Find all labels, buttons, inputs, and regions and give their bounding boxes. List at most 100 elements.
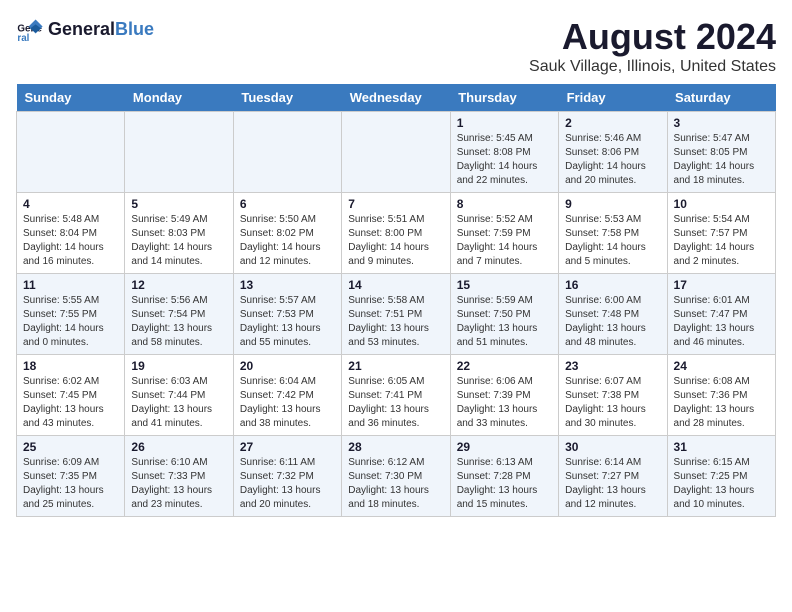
- calendar-cell: 14 Sunrise: 5:58 AM Sunset: 7:51 PM Dayli…: [342, 274, 450, 355]
- calendar-cell: 9 Sunrise: 5:53 AM Sunset: 7:58 PM Daylig…: [559, 193, 667, 274]
- day-info: Sunrise: 6:02 AM Sunset: 7:45 PM Dayligh…: [23, 375, 118, 431]
- day-info: Sunrise: 5:53 AM Sunset: 7:58 PM Dayligh…: [565, 213, 660, 269]
- weekday-header: Thursday: [450, 84, 558, 112]
- calendar-cell: [17, 112, 125, 193]
- day-number: 4: [23, 197, 118, 211]
- day-number: 18: [23, 359, 118, 373]
- day-info: Sunrise: 6:14 AM Sunset: 7:27 PM Dayligh…: [565, 456, 660, 512]
- day-number: 15: [457, 278, 552, 292]
- calendar-cell: 10 Sunrise: 5:54 AM Sunset: 7:57 PM Dayli…: [667, 193, 775, 274]
- day-info: Sunrise: 6:05 AM Sunset: 7:41 PM Dayligh…: [348, 375, 443, 431]
- day-number: 24: [674, 359, 769, 373]
- day-number: 31: [674, 440, 769, 454]
- calendar-cell: 19 Sunrise: 6:03 AM Sunset: 7:44 PM Dayli…: [125, 355, 233, 436]
- day-info: Sunrise: 5:47 AM Sunset: 8:05 PM Dayligh…: [674, 132, 769, 188]
- weekday-header: Sunday: [17, 84, 125, 112]
- day-number: 20: [240, 359, 335, 373]
- day-info: Sunrise: 5:51 AM Sunset: 8:00 PM Dayligh…: [348, 213, 443, 269]
- day-info: Sunrise: 5:49 AM Sunset: 8:03 PM Dayligh…: [131, 213, 226, 269]
- calendar-cell: 5Sunrise: 5:49 AM Sunset: 8:03 PM Daylig…: [125, 193, 233, 274]
- weekday-header: Saturday: [667, 84, 775, 112]
- calendar-cell: 22 Sunrise: 6:06 AM Sunset: 7:39 PM Dayli…: [450, 355, 558, 436]
- day-number: 14: [348, 278, 443, 292]
- day-number: 8: [457, 197, 552, 211]
- calendar-cell: 27Sunrise: 6:11 AM Sunset: 7:32 PM Dayli…: [233, 436, 341, 517]
- day-info: Sunrise: 5:59 AM Sunset: 7:50 PM Dayligh…: [457, 294, 552, 350]
- calendar-cell: 4 Sunrise: 5:48 AM Sunset: 8:04 PM Daylig…: [17, 193, 125, 274]
- calendar-cell: 17 Sunrise: 6:01 AM Sunset: 7:47 PM Dayli…: [667, 274, 775, 355]
- calendar-cell: 13 Sunrise: 5:57 AM Sunset: 7:53 PM Dayli…: [233, 274, 341, 355]
- calendar-table: SundayMondayTuesdayWednesdayThursdayFrid…: [16, 84, 776, 517]
- day-info: Sunrise: 5:45 AM Sunset: 8:08 PM Dayligh…: [457, 132, 552, 188]
- day-info: Sunrise: 6:15 AM Sunset: 7:25 PM Dayligh…: [674, 456, 769, 512]
- calendar-cell: 7Sunrise: 5:51 AM Sunset: 8:00 PM Daylig…: [342, 193, 450, 274]
- calendar-cell: [125, 112, 233, 193]
- day-info: Sunrise: 6:00 AM Sunset: 7:48 PM Dayligh…: [565, 294, 660, 350]
- day-number: 21: [348, 359, 443, 373]
- calendar-cell: 3Sunrise: 5:47 AM Sunset: 8:05 PM Daylig…: [667, 112, 775, 193]
- day-number: 30: [565, 440, 660, 454]
- page-subtitle: Sauk Village, Illinois, United States: [529, 58, 776, 76]
- day-info: Sunrise: 6:08 AM Sunset: 7:36 PM Dayligh…: [674, 375, 769, 431]
- day-info: Sunrise: 5:48 AM Sunset: 8:04 PM Dayligh…: [23, 213, 118, 269]
- day-number: 19: [131, 359, 226, 373]
- day-number: 22: [457, 359, 552, 373]
- day-info: Sunrise: 6:01 AM Sunset: 7:47 PM Dayligh…: [674, 294, 769, 350]
- weekday-header: Tuesday: [233, 84, 341, 112]
- calendar-cell: 21 Sunrise: 6:05 AM Sunset: 7:41 PM Dayli…: [342, 355, 450, 436]
- calendar-cell: 29 Sunrise: 6:13 AM Sunset: 7:28 PM Dayli…: [450, 436, 558, 517]
- calendar-cell: 24 Sunrise: 6:08 AM Sunset: 7:36 PM Dayli…: [667, 355, 775, 436]
- day-info: Sunrise: 5:46 AM Sunset: 8:06 PM Dayligh…: [565, 132, 660, 188]
- day-info: Sunrise: 5:55 AM Sunset: 7:55 PM Dayligh…: [23, 294, 118, 350]
- day-number: 12: [131, 278, 226, 292]
- day-number: 29: [457, 440, 552, 454]
- day-info: Sunrise: 6:11 AM Sunset: 7:32 PM Dayligh…: [240, 456, 335, 512]
- day-number: 6: [240, 197, 335, 211]
- day-number: 2: [565, 116, 660, 130]
- calendar-cell: 8 Sunrise: 5:52 AM Sunset: 7:59 PM Daylig…: [450, 193, 558, 274]
- calendar-cell: 11 Sunrise: 5:55 AM Sunset: 7:55 PM Dayli…: [17, 274, 125, 355]
- weekday-header: Monday: [125, 84, 233, 112]
- day-info: Sunrise: 5:57 AM Sunset: 7:53 PM Dayligh…: [240, 294, 335, 350]
- day-info: Sunrise: 6:09 AM Sunset: 7:35 PM Dayligh…: [23, 456, 118, 512]
- day-number: 17: [674, 278, 769, 292]
- day-info: Sunrise: 5:50 AM Sunset: 8:02 PM Dayligh…: [240, 213, 335, 269]
- day-number: 26: [131, 440, 226, 454]
- calendar-cell: [342, 112, 450, 193]
- page-title: August 2024: [529, 16, 776, 58]
- day-number: 9: [565, 197, 660, 211]
- day-info: Sunrise: 5:54 AM Sunset: 7:57 PM Dayligh…: [674, 213, 769, 269]
- calendar-cell: 15 Sunrise: 5:59 AM Sunset: 7:50 PM Dayli…: [450, 274, 558, 355]
- day-info: Sunrise: 5:58 AM Sunset: 7:51 PM Dayligh…: [348, 294, 443, 350]
- calendar-cell: 23Sunrise: 6:07 AM Sunset: 7:38 PM Dayli…: [559, 355, 667, 436]
- calendar-cell: 2 Sunrise: 5:46 AM Sunset: 8:06 PM Daylig…: [559, 112, 667, 193]
- day-number: 11: [23, 278, 118, 292]
- day-number: 1: [457, 116, 552, 130]
- calendar-cell: 6 Sunrise: 5:50 AM Sunset: 8:02 PM Daylig…: [233, 193, 341, 274]
- calendar-cell: [233, 112, 341, 193]
- day-number: 16: [565, 278, 660, 292]
- calendar-cell: 12 Sunrise: 5:56 AM Sunset: 7:54 PM Dayli…: [125, 274, 233, 355]
- calendar-cell: 31 Sunrise: 6:15 AM Sunset: 7:25 PM Dayli…: [667, 436, 775, 517]
- logo: Gene ral GeneralBlue: [16, 16, 154, 44]
- calendar-cell: 16 Sunrise: 6:00 AM Sunset: 7:48 PM Dayli…: [559, 274, 667, 355]
- day-info: Sunrise: 6:03 AM Sunset: 7:44 PM Dayligh…: [131, 375, 226, 431]
- calendar-cell: 20 Sunrise: 6:04 AM Sunset: 7:42 PM Dayli…: [233, 355, 341, 436]
- day-info: Sunrise: 6:04 AM Sunset: 7:42 PM Dayligh…: [240, 375, 335, 431]
- calendar-cell: 30 Sunrise: 6:14 AM Sunset: 7:27 PM Dayli…: [559, 436, 667, 517]
- day-info: Sunrise: 6:07 AM Sunset: 7:38 PM Dayligh…: [565, 375, 660, 431]
- day-info: Sunrise: 6:06 AM Sunset: 7:39 PM Dayligh…: [457, 375, 552, 431]
- day-number: 10: [674, 197, 769, 211]
- weekday-header: Friday: [559, 84, 667, 112]
- day-number: 25: [23, 440, 118, 454]
- calendar-cell: 1 Sunrise: 5:45 AM Sunset: 8:08 PM Daylig…: [450, 112, 558, 193]
- day-info: Sunrise: 5:52 AM Sunset: 7:59 PM Dayligh…: [457, 213, 552, 269]
- day-info: Sunrise: 6:13 AM Sunset: 7:28 PM Dayligh…: [457, 456, 552, 512]
- day-info: Sunrise: 5:56 AM Sunset: 7:54 PM Dayligh…: [131, 294, 226, 350]
- calendar-cell: 18 Sunrise: 6:02 AM Sunset: 7:45 PM Dayli…: [17, 355, 125, 436]
- weekday-header: Wednesday: [342, 84, 450, 112]
- day-number: 13: [240, 278, 335, 292]
- day-info: Sunrise: 6:10 AM Sunset: 7:33 PM Dayligh…: [131, 456, 226, 512]
- calendar-cell: 26 Sunrise: 6:10 AM Sunset: 7:33 PM Dayli…: [125, 436, 233, 517]
- day-info: Sunrise: 6:12 AM Sunset: 7:30 PM Dayligh…: [348, 456, 443, 512]
